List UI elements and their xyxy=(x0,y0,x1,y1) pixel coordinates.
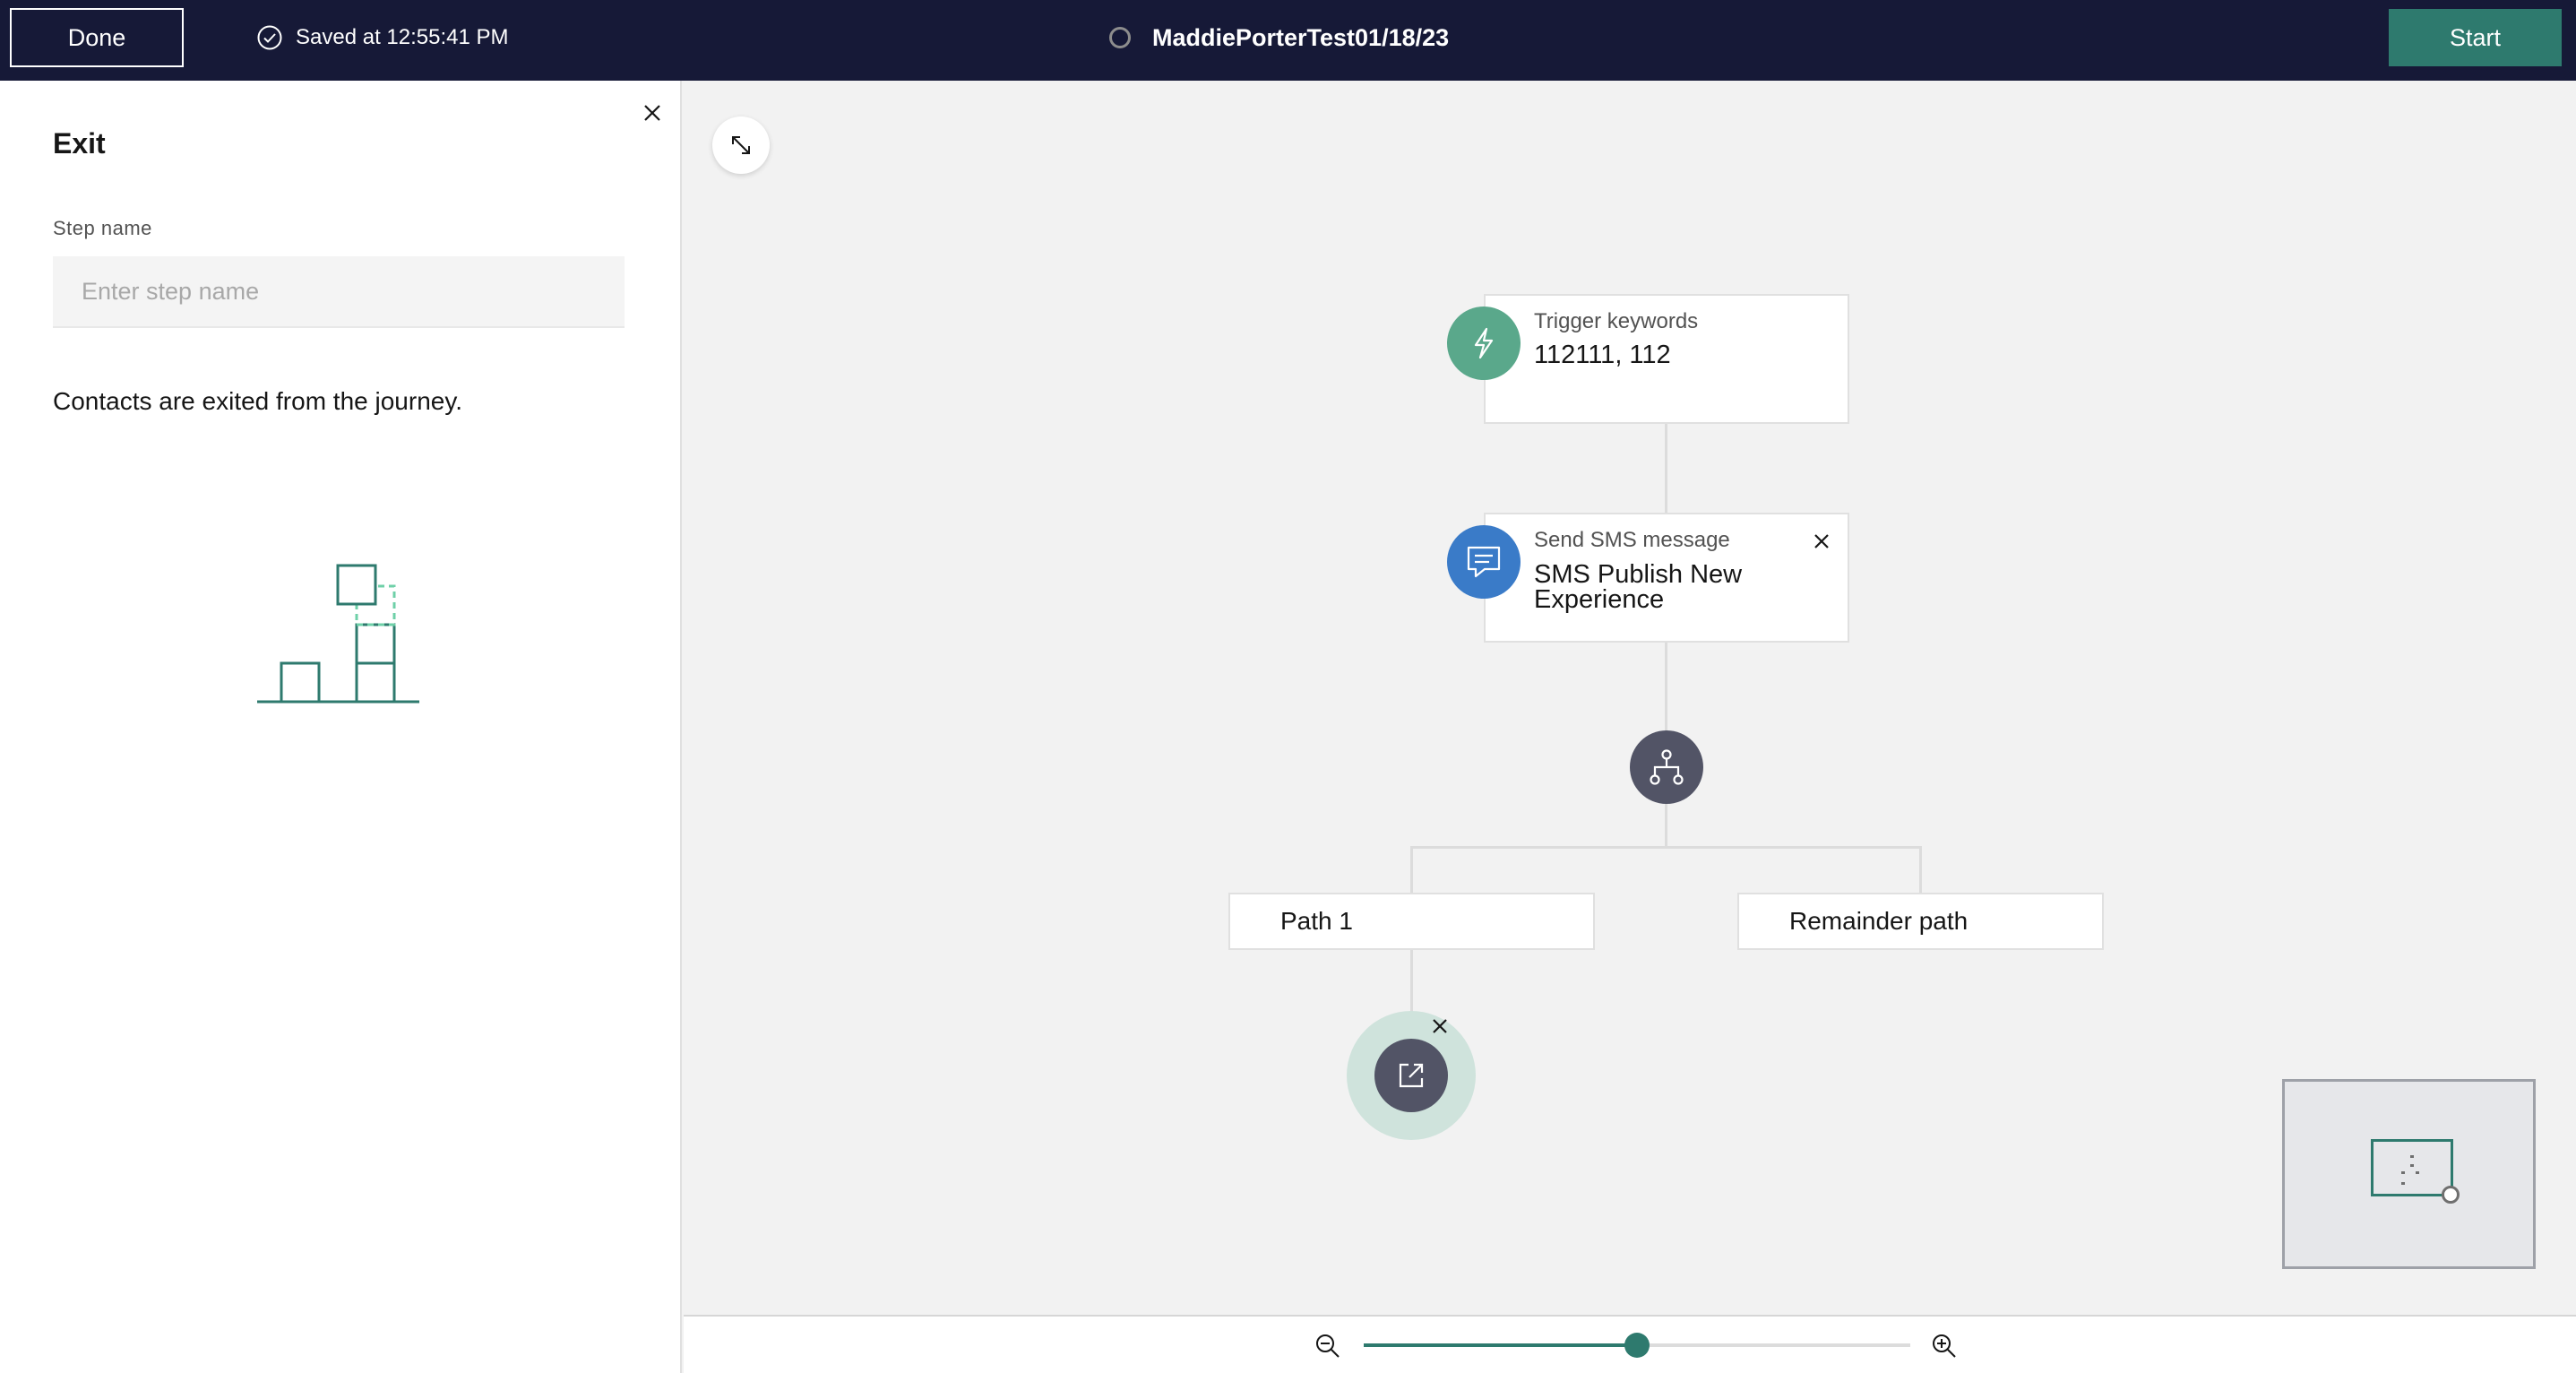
zoom-out-icon xyxy=(1316,1334,1340,1358)
trigger-node-icon xyxy=(1447,307,1521,380)
close-panel-icon[interactable] xyxy=(636,97,668,129)
panel-title: Exit xyxy=(53,127,106,160)
zoom-slider[interactable] xyxy=(1364,1333,1910,1358)
step-details-panel: Exit Step name Contacts are exited from … xyxy=(0,81,682,1373)
zoom-in-button[interactable] xyxy=(1929,1331,1960,1361)
journey-title: MaddiePorterTest01/18/23 xyxy=(1152,23,1450,51)
connector-line xyxy=(1410,846,1922,849)
minimap-resize-handle[interactable] xyxy=(2442,1186,2460,1204)
exit-node[interactable] xyxy=(1374,1039,1448,1112)
check-circle-icon xyxy=(257,25,282,50)
step-name-input[interactable] xyxy=(53,256,625,328)
trigger-keywords: 112111, 112 xyxy=(1534,341,1671,369)
remove-exit-node-icon[interactable] xyxy=(1426,1013,1453,1040)
exit-illustration-icon xyxy=(257,564,419,704)
done-button[interactable]: Done xyxy=(10,8,184,67)
sms-message-name-line1: SMS Publish New xyxy=(1534,560,1743,589)
exit-icon xyxy=(1399,1063,1424,1088)
connector-line xyxy=(1410,846,1413,894)
zoom-out-button[interactable] xyxy=(1313,1331,1343,1361)
top-bar: Done Saved at 12:55:41 PM MaddiePorterTe… xyxy=(0,0,2576,81)
sms-message-name-line2: Experience xyxy=(1534,585,1665,614)
zoom-slider-thumb[interactable] xyxy=(1624,1333,1650,1358)
remove-sms-node-icon[interactable] xyxy=(1808,528,1835,555)
sms-label: Send SMS message xyxy=(1534,528,1730,552)
fit-to-screen-button[interactable] xyxy=(712,117,770,174)
save-status: Saved at 12:55:41 PM xyxy=(256,23,509,52)
status-circle-icon xyxy=(1109,27,1131,48)
remainder-path-label: Remainder path xyxy=(1789,907,1969,935)
panel-description: Contacts are exited from the journey. xyxy=(53,387,463,415)
start-button[interactable]: Start xyxy=(2389,9,2562,66)
minimap-viewport[interactable] xyxy=(2371,1139,2453,1196)
remainder-path-card[interactable]: Remainder path xyxy=(1737,893,2104,950)
path-1-label: Path 1 xyxy=(1280,907,1353,935)
connector-line xyxy=(1665,642,1667,731)
saved-text: Saved at 12:55:41 PM xyxy=(296,25,509,49)
connector-line xyxy=(1665,803,1667,848)
path-1-card[interactable]: Path 1 xyxy=(1228,893,1595,950)
expand-arrows-icon xyxy=(732,136,750,154)
connector-line xyxy=(1919,846,1922,894)
connector-line xyxy=(1665,423,1667,513)
step-name-label: Step name xyxy=(53,217,152,239)
journey-title-group: MaddiePorterTest01/18/23 xyxy=(1109,22,1449,54)
trigger-label: Trigger keywords xyxy=(1534,309,1699,333)
sms-node-icon xyxy=(1447,525,1521,599)
split-icon xyxy=(1650,749,1684,785)
zoom-slider-fill xyxy=(1364,1343,1637,1347)
minimap[interactable] xyxy=(2282,1079,2536,1269)
chat-bubble-icon xyxy=(1467,546,1501,578)
zoom-in-icon xyxy=(1933,1334,1956,1358)
lightning-icon xyxy=(1474,327,1494,359)
split-node[interactable] xyxy=(1630,730,1703,804)
